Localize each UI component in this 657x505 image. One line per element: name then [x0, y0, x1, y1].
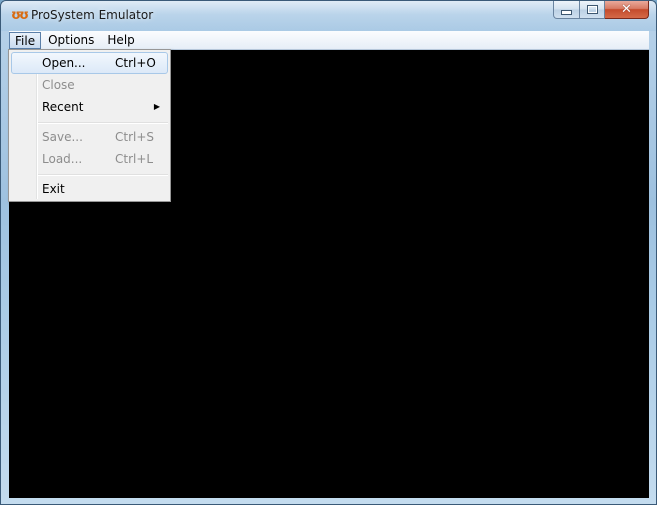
window-title: ProSystem Emulator	[31, 8, 154, 22]
menu-item-open-label: Open...	[42, 56, 86, 70]
minimize-button[interactable]	[553, 1, 580, 19]
menu-item-open-shortcut: Ctrl+O	[115, 56, 156, 70]
menu-item-open[interactable]: Open... Ctrl+O	[11, 52, 168, 74]
menu-separator	[38, 122, 168, 124]
menu-item-load-shortcut: Ctrl+L	[115, 152, 154, 166]
file-menu-dropdown: Open... Ctrl+O Close Recent ▶ Save... Ct…	[8, 49, 171, 202]
menu-file[interactable]: File	[9, 31, 42, 49]
caption-buttons: ✕	[553, 1, 649, 20]
maximize-button[interactable]	[580, 1, 605, 19]
chevron-right-icon: ▶	[153, 102, 160, 111]
menu-bar: File Options Help	[9, 31, 649, 50]
maximize-icon	[586, 5, 598, 14]
menu-item-load[interactable]: Load... Ctrl+L	[11, 148, 168, 170]
menu-options[interactable]: Options	[42, 32, 100, 49]
atari-fuji-icon[interactable]: ʊʊ	[11, 9, 29, 23]
menu-separator	[38, 174, 168, 176]
menu-help[interactable]: Help	[101, 32, 140, 49]
menu-item-close[interactable]: Close	[11, 74, 168, 96]
menu-item-exit[interactable]: Exit	[11, 178, 168, 200]
minimize-icon	[561, 10, 572, 15]
menu-item-save-label: Save...	[42, 130, 83, 144]
menu-item-load-label: Load...	[42, 152, 83, 166]
menu-item-exit-label: Exit	[42, 182, 65, 196]
title-bar[interactable]: ʊʊ ProSystem Emulator ✕	[1, 1, 656, 31]
menu-item-recent-label: Recent	[42, 100, 84, 114]
menu-item-save[interactable]: Save... Ctrl+S	[11, 126, 168, 148]
close-button[interactable]: ✕	[605, 1, 649, 19]
menu-item-close-label: Close	[42, 78, 75, 92]
close-icon: ✕	[621, 2, 632, 17]
menu-item-save-shortcut: Ctrl+S	[115, 130, 155, 144]
menu-item-recent[interactable]: Recent ▶	[11, 96, 168, 118]
